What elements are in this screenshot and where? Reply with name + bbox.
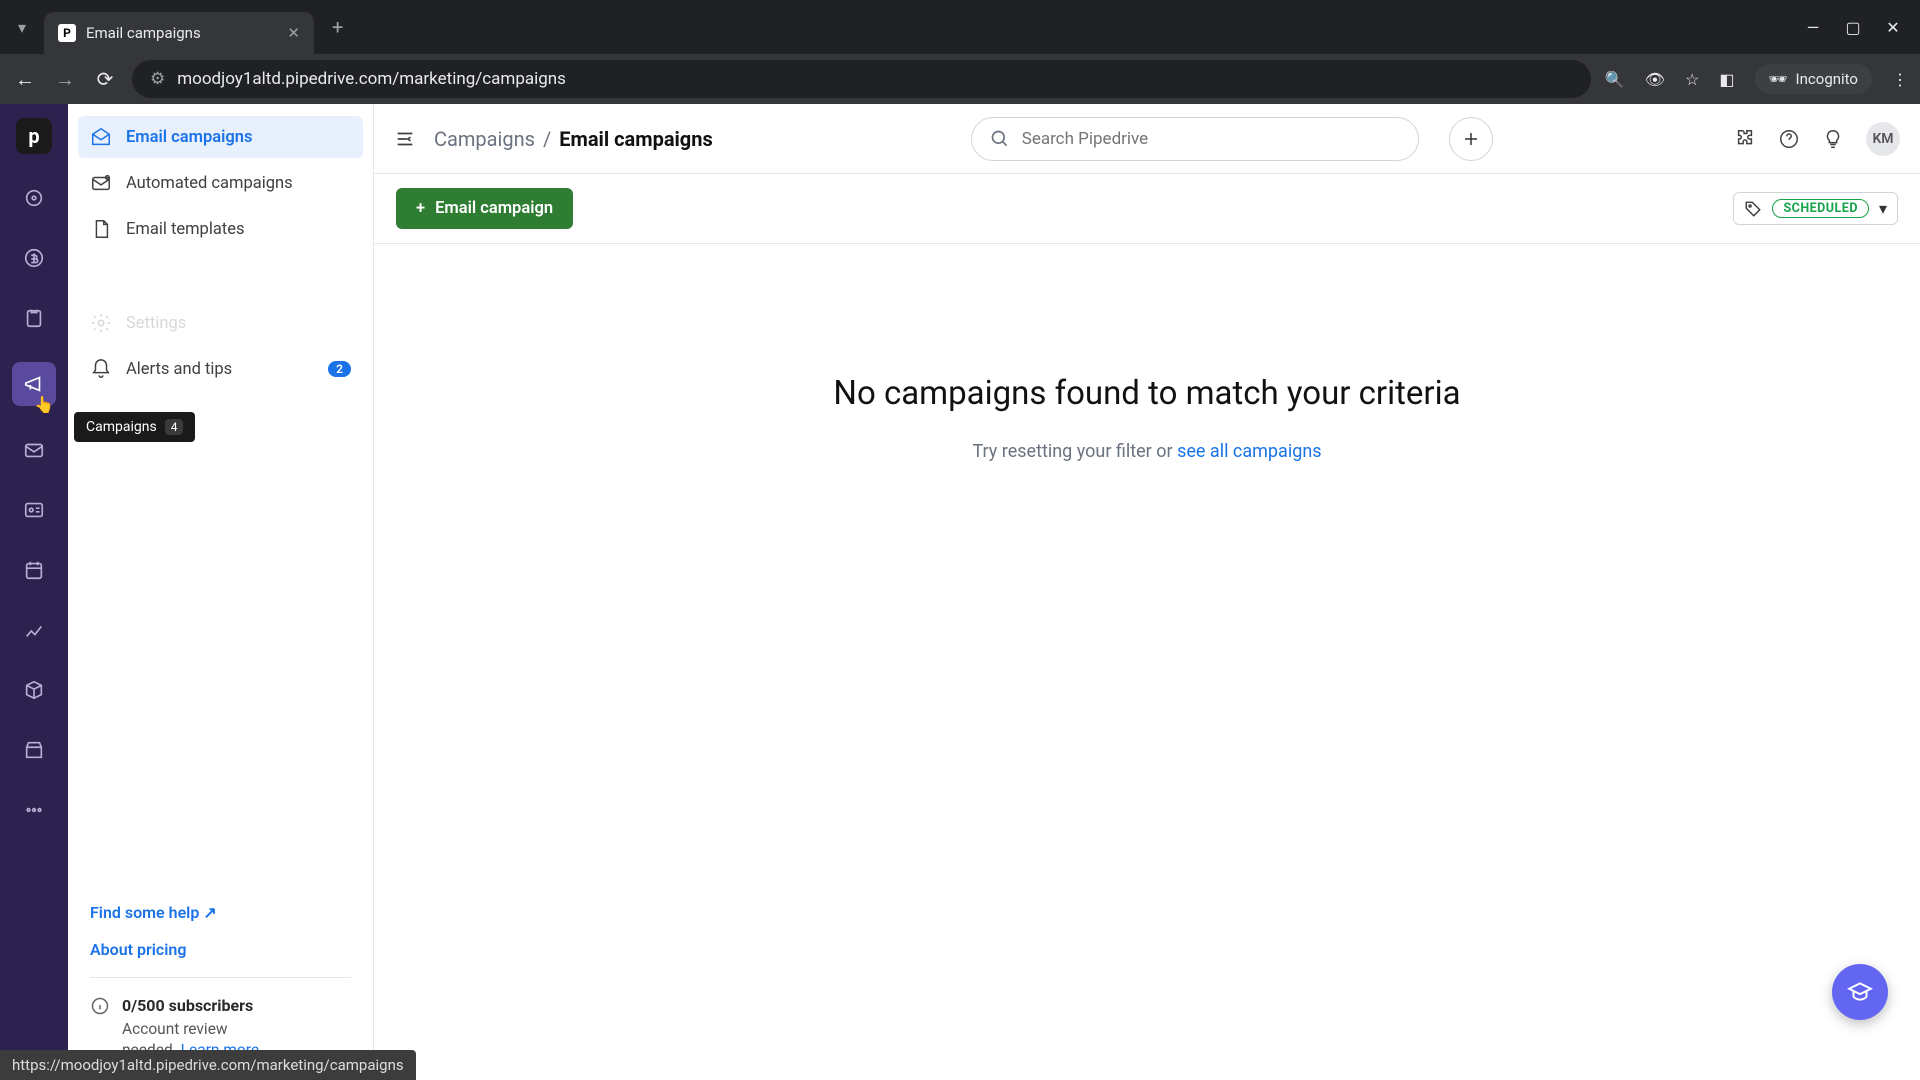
- empty-sub-prefix: Try resetting your filter or: [972, 441, 1177, 462]
- rail-tooltip-count: 4: [165, 419, 184, 435]
- minimize-icon[interactable]: —: [1804, 18, 1822, 37]
- search-box[interactable]: [971, 117, 1419, 161]
- filter-dropdown[interactable]: SCHEDULED ▾: [1733, 192, 1898, 225]
- rail-campaigns-icon[interactable]: 👆: [12, 362, 56, 406]
- actionbar: + Email campaign SCHEDULED ▾: [374, 174, 1920, 244]
- sidebar-item-label: Email campaigns: [126, 128, 253, 147]
- chevron-down-icon: ▾: [1879, 199, 1887, 218]
- url-text: moodjoy1altd.pipedrive.com/marketing/cam…: [177, 69, 566, 89]
- tab-dropdown-icon[interactable]: ▾: [8, 13, 36, 41]
- new-tab-button[interactable]: +: [332, 15, 343, 39]
- sidebar: Email campaigns Automated campaigns Emai…: [68, 104, 374, 1080]
- eye-off-icon[interactable]: 👁: [1645, 70, 1665, 89]
- envelope-auto-icon: [90, 172, 112, 194]
- close-window-icon[interactable]: ✕: [1884, 18, 1902, 37]
- find-help-label: Find some help: [90, 903, 199, 922]
- find-help-link[interactable]: Find some help ↗: [90, 903, 351, 922]
- sidebar-item-settings[interactable]: Settings: [78, 302, 363, 344]
- breadcrumb-parent[interactable]: Campaigns: [434, 127, 535, 151]
- reload-icon[interactable]: ⟳: [92, 67, 118, 91]
- rail-tooltip: Campaigns 4: [74, 412, 195, 442]
- search-icon[interactable]: 🔍: [1605, 70, 1625, 89]
- see-all-link[interactable]: see all campaigns: [1177, 441, 1321, 462]
- sidebar-item-email-campaigns[interactable]: Email campaigns: [78, 116, 363, 158]
- breadcrumb-sep: /: [543, 127, 551, 151]
- tag-icon: [1744, 200, 1762, 218]
- topbar: Campaigns / Email campaigns KM: [374, 104, 1920, 174]
- help-icon[interactable]: [1778, 128, 1800, 150]
- search-input[interactable]: [1022, 129, 1400, 149]
- info-desc-line1: Account review: [122, 1020, 228, 1038]
- favicon-icon: P: [58, 24, 76, 42]
- graduation-cap-icon: [1847, 979, 1873, 1005]
- filter-value: SCHEDULED: [1772, 199, 1869, 218]
- empty-subtitle: Try resetting your filter or see all cam…: [972, 441, 1321, 462]
- rail-activities-icon[interactable]: [18, 554, 50, 586]
- forward-icon: →: [52, 67, 78, 92]
- bookmark-star-icon[interactable]: ☆: [1685, 70, 1699, 89]
- plus-icon: [1462, 130, 1480, 148]
- app-logo-icon[interactable]: p: [16, 118, 52, 154]
- sidebar-item-email-templates[interactable]: Email templates: [78, 208, 363, 250]
- sidebar-item-alerts[interactable]: Alerts and tips 2: [78, 348, 363, 390]
- rail-marketplace-icon[interactable]: [18, 734, 50, 766]
- tab-title: Email campaigns: [86, 24, 201, 42]
- sidebar-item-label: Alerts and tips: [126, 360, 232, 379]
- sidebar-item-automated-campaigns[interactable]: Automated campaigns: [78, 162, 363, 204]
- info-icon: [90, 996, 110, 1016]
- puzzle-icon[interactable]: [1734, 128, 1756, 150]
- site-settings-icon[interactable]: ⚙: [150, 69, 165, 89]
- breadcrumb: Campaigns / Email campaigns: [434, 127, 713, 151]
- sidebar-item-label: Automated campaigns: [126, 174, 293, 193]
- browser-status-bar: https://moodjoy1altd.pipedrive.com/marke…: [0, 1050, 416, 1080]
- maximize-icon[interactable]: ▢: [1844, 18, 1862, 37]
- empty-title: No campaigns found to match your criteri…: [833, 374, 1460, 413]
- sidebar-item-label: Settings: [126, 314, 186, 333]
- empty-state: No campaigns found to match your criteri…: [374, 244, 1920, 1080]
- breadcrumb-current: Email campaigns: [559, 127, 712, 151]
- academy-fab[interactable]: [1832, 964, 1888, 1020]
- incognito-icon: 🕶: [1769, 70, 1788, 88]
- alerts-badge: 2: [328, 361, 351, 377]
- incognito-indicator[interactable]: 🕶 Incognito: [1755, 64, 1873, 94]
- rail-deals-icon[interactable]: [18, 242, 50, 274]
- envelope-open-icon: [90, 126, 112, 148]
- rail-insights-icon[interactable]: [18, 614, 50, 646]
- incognito-label: Incognito: [1796, 70, 1858, 88]
- panel-icon[interactable]: ◧: [1719, 70, 1734, 89]
- content-area: Campaigns / Email campaigns KM + Email: [374, 104, 1920, 1080]
- close-tab-icon[interactable]: ✕: [287, 24, 300, 42]
- rail-tooltip-label: Campaigns: [86, 419, 157, 435]
- quick-add-button[interactable]: [1449, 117, 1493, 161]
- sidebar-item-label: Email templates: [126, 220, 244, 239]
- rail-products-icon[interactable]: [18, 674, 50, 706]
- rail-more-icon[interactable]: [18, 794, 50, 826]
- rail-projects-icon[interactable]: [18, 302, 50, 334]
- create-campaign-button[interactable]: + Email campaign: [396, 188, 573, 229]
- rail-contacts-icon[interactable]: [18, 494, 50, 526]
- about-pricing-link[interactable]: About pricing: [90, 940, 351, 959]
- browser-tab[interactable]: P Email campaigns ✕: [44, 12, 314, 54]
- bell-icon: [90, 358, 112, 380]
- rail-leads-icon[interactable]: [18, 182, 50, 214]
- search-icon: [990, 129, 1010, 149]
- nav-rail: p 👆: [0, 104, 68, 1080]
- file-icon: [90, 218, 112, 240]
- user-avatar[interactable]: KM: [1866, 122, 1900, 156]
- cursor-hand-icon: 👆: [34, 395, 54, 414]
- rail-mail-icon[interactable]: [18, 434, 50, 466]
- plus-icon: +: [416, 199, 425, 218]
- subscriber-count: 0/500 subscribers: [122, 996, 259, 1015]
- lightbulb-icon[interactable]: [1822, 128, 1844, 150]
- back-icon[interactable]: ←: [12, 67, 38, 92]
- gear-icon: [90, 312, 112, 334]
- collapse-sidebar-button[interactable]: [394, 128, 416, 150]
- create-campaign-label: Email campaign: [435, 199, 553, 218]
- url-bar[interactable]: ⚙ moodjoy1altd.pipedrive.com/marketing/c…: [132, 60, 1591, 98]
- kebab-menu-icon[interactable]: ⋮: [1892, 70, 1908, 89]
- external-link-icon: ↗: [203, 903, 216, 922]
